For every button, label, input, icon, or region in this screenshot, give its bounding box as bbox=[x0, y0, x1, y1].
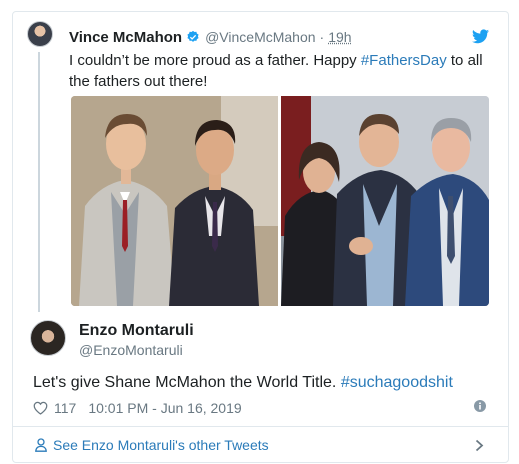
see-other-tweets-link[interactable]: See Enzo Montaruli's other Tweets bbox=[53, 437, 269, 453]
photo-1-illustration bbox=[71, 96, 278, 306]
heart-icon[interactable] bbox=[33, 401, 48, 415]
reply-text-part1: Let's give Shane McMahon the World Title… bbox=[33, 374, 341, 391]
person-icon bbox=[35, 438, 47, 452]
reply-meta-row: 117 10:01 PM - Jun 16, 2019 bbox=[33, 399, 242, 417]
hashtag-suchagoodshit-link[interactable]: #suchagoodshit bbox=[341, 374, 453, 391]
parent-tweet-time[interactable]: 19h bbox=[328, 29, 351, 45]
reply-author-name[interactable]: Enzo Montaruli bbox=[79, 322, 194, 340]
header-separator: · bbox=[319, 29, 325, 45]
verified-badge-icon bbox=[187, 30, 199, 42]
parent-author-name[interactable]: Vince McMahon bbox=[69, 29, 182, 46]
parent-text-part1: I couldn’t be more proud as a father. Ha… bbox=[69, 52, 361, 69]
parent-tweet-header: Vince McMahon @VinceMcMahon · 19h bbox=[69, 27, 352, 47]
photo-2-illustration bbox=[281, 96, 489, 306]
thread-connector-line bbox=[38, 52, 40, 312]
twitter-bird-icon[interactable] bbox=[472, 29, 489, 44]
reply-author-handle[interactable]: @EnzoMontaruli bbox=[79, 342, 183, 358]
parent-author-handle[interactable]: @VinceMcMahon bbox=[205, 29, 315, 45]
hashtag-fathersday-link[interactable]: #FathersDay bbox=[361, 52, 447, 69]
like-count[interactable]: 117 bbox=[54, 400, 76, 416]
chevron-right-icon[interactable] bbox=[475, 439, 484, 452]
tweet-photo-2[interactable] bbox=[281, 96, 489, 306]
reply-tweet-text: Let's give Shane McMahon the World Title… bbox=[33, 374, 453, 392]
vince-avatar[interactable] bbox=[27, 21, 53, 47]
parent-tweet-text: I couldn’t be more proud as a father. Ha… bbox=[69, 50, 489, 92]
reply-timestamp[interactable]: 10:01 PM - Jun 16, 2019 bbox=[88, 400, 241, 416]
info-icon[interactable] bbox=[474, 400, 486, 412]
see-more-footer[interactable]: See Enzo Montaruli's other Tweets bbox=[13, 426, 508, 462]
tweet-photo-1[interactable] bbox=[71, 96, 278, 306]
enzo-avatar[interactable] bbox=[30, 320, 66, 356]
